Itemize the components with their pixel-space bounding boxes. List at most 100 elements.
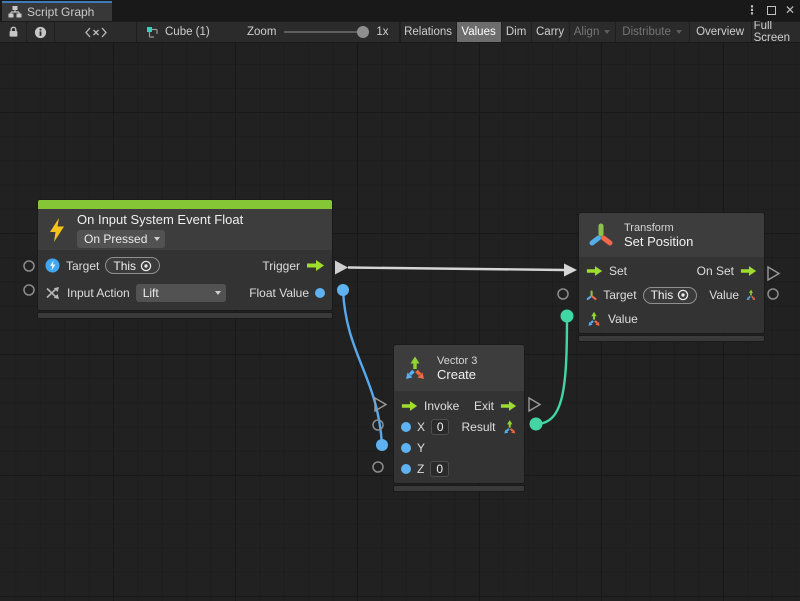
node-category: Vector 3: [437, 355, 477, 367]
invoke-input-port[interactable]: [375, 398, 386, 411]
lightning-icon: [47, 217, 67, 243]
target-this-chip[interactable]: This: [643, 287, 698, 304]
tab-bar: Script Graph ⋮ ✕: [0, 0, 800, 21]
distribute-button[interactable]: Distribute: [615, 22, 689, 42]
x-value-field[interactable]: 0: [431, 419, 449, 435]
vector3-mini-icon[interactable]: [502, 419, 518, 435]
graph-icon: [8, 6, 22, 18]
float-value-label: Float Value: [249, 286, 309, 300]
dim-button[interactable]: Dim: [501, 22, 531, 42]
tab-label: Script Graph: [27, 5, 94, 19]
value-input-port-connected[interactable]: [561, 310, 574, 323]
vector3-mini-icon[interactable]: [745, 287, 757, 303]
code-view-button[interactable]: [55, 22, 137, 42]
target-this-chip[interactable]: This: [105, 257, 160, 274]
maximize-icon[interactable]: [767, 6, 776, 15]
event-target-icon: [45, 258, 60, 273]
float-value-output-port[interactable]: [337, 284, 349, 296]
node-footer: [37, 312, 333, 319]
zoom-slider[interactable]: [284, 31, 368, 33]
value-out-label: Value: [709, 288, 739, 302]
node-title: On Input System Event Float: [77, 212, 243, 227]
result-label: Result: [461, 420, 495, 434]
z-input-port[interactable]: [373, 462, 383, 472]
zoom-value: 1x: [376, 26, 388, 38]
dim-label: Dim: [506, 26, 526, 38]
event-mode-dropdown[interactable]: On Pressed: [77, 230, 165, 248]
target-label: Target: [66, 259, 99, 273]
x-label: X: [417, 420, 425, 434]
trigger-label: Trigger: [262, 259, 300, 273]
result-output-port[interactable]: [530, 418, 543, 431]
exit-flow-arrow-icon[interactable]: [500, 400, 517, 412]
trigger-flow-arrow-icon[interactable]: [306, 259, 325, 272]
graph-canvas[interactable]: On Input System Event Float On Pressed: [0, 43, 800, 601]
y-port[interactable]: [401, 443, 411, 453]
node-title: Create: [437, 367, 477, 382]
control-wire-arrowhead: [564, 264, 577, 277]
code-icon: [85, 27, 107, 38]
close-icon[interactable]: ✕: [785, 3, 795, 17]
setpos-target-input-port[interactable]: [558, 289, 568, 299]
relations-button[interactable]: Relations: [400, 22, 456, 42]
zoom-control: Zoom 1x: [225, 22, 400, 42]
float-value-wire[interactable]: [343, 290, 382, 445]
x-input-port[interactable]: [373, 420, 383, 430]
float-value-port[interactable]: [315, 288, 325, 298]
setpos-value-output-port[interactable]: [768, 289, 778, 299]
info-icon: [34, 26, 47, 39]
window-controls: ⋮ ✕: [746, 3, 795, 17]
carry-button[interactable]: Carry: [531, 22, 569, 42]
dropdown-caret-icon: [154, 237, 160, 241]
y-input-port-connected[interactable]: [376, 439, 388, 451]
graph-reference-button[interactable]: Cube (1): [137, 22, 225, 42]
target-this-value: This: [651, 288, 674, 302]
control-wire[interactable]: [348, 268, 564, 271]
lock-button[interactable]: [0, 22, 27, 42]
set-flow-arrow-icon[interactable]: [586, 265, 603, 277]
distribute-label: Distribute: [622, 26, 671, 38]
y-label: Y: [417, 441, 425, 455]
event-target-input-port[interactable]: [24, 261, 34, 271]
info-button[interactable]: [27, 22, 55, 42]
z-label: Z: [417, 462, 424, 476]
window-menu-icon[interactable]: ⋮: [746, 3, 758, 17]
on-set-flow-arrow-icon[interactable]: [740, 265, 757, 277]
input-action-dropdown[interactable]: Lift: [136, 284, 226, 302]
tab-script-graph[interactable]: Script Graph: [2, 1, 112, 21]
result-wire[interactable]: [536, 316, 567, 424]
transform-icon: [588, 222, 614, 248]
target-this-value: This: [113, 259, 136, 273]
align-label: Align: [574, 26, 600, 38]
invoke-flow-arrow-icon[interactable]: [401, 400, 418, 412]
node-on-input-system-event-float[interactable]: On Input System Event Float On Pressed: [37, 199, 333, 319]
carry-label: Carry: [536, 26, 564, 38]
event-mode-value: On Pressed: [84, 232, 147, 246]
object-picker-icon: [140, 260, 152, 272]
value-in-label: Value: [608, 312, 638, 326]
invoke-label: Invoke: [424, 399, 459, 413]
values-label: Values: [461, 26, 495, 38]
node-footer: [393, 485, 525, 492]
trigger-output-port[interactable]: [335, 261, 348, 275]
on-set-output-port[interactable]: [768, 267, 779, 280]
overview-button[interactable]: Overview: [689, 22, 751, 42]
exit-output-port[interactable]: [529, 398, 540, 411]
node-vector3-create[interactable]: Vector 3 Create Invoke Exit X: [393, 344, 525, 492]
zoom-label: Zoom: [247, 26, 276, 38]
graph-toolbar: Cube (1) Zoom 1x Relations Values Dim Ca…: [0, 21, 800, 43]
vector3-mini-icon[interactable]: [586, 311, 602, 327]
distribute-caret-icon: [676, 30, 682, 34]
z-value-field[interactable]: 0: [430, 461, 449, 477]
zoom-slider-handle[interactable]: [357, 26, 369, 38]
node-transform-set-position[interactable]: Transform Set Position Set On Set Targ: [578, 212, 765, 342]
full-screen-label: Full Screen: [754, 20, 798, 44]
event-inputaction-input-port[interactable]: [24, 285, 34, 295]
align-button[interactable]: Align: [569, 22, 615, 42]
z-port[interactable]: [401, 464, 411, 474]
x-port[interactable]: [401, 422, 411, 432]
set-label: Set: [609, 264, 627, 278]
full-screen-button[interactable]: Full Screen: [751, 22, 800, 42]
values-button[interactable]: Values: [456, 22, 501, 42]
node-title: Set Position: [624, 234, 693, 249]
